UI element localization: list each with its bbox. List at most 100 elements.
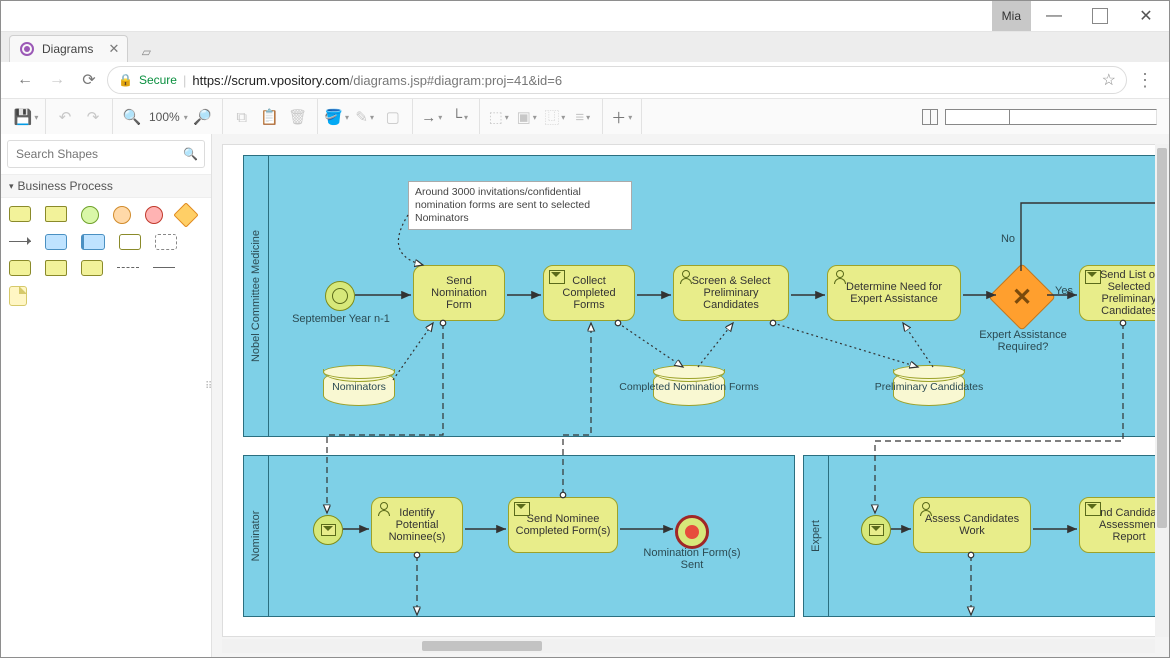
end-event-nomination-sent[interactable] — [675, 515, 709, 549]
forward-button[interactable]: → — [43, 66, 71, 94]
line-color-button[interactable]: ✎▾ — [352, 104, 378, 130]
undo-button[interactable]: ↶ — [52, 104, 78, 130]
shape-intermediate-event[interactable] — [113, 206, 131, 224]
shape-call-activity[interactable] — [9, 260, 31, 276]
canvas-area: Nobel Committee Medicine Around 3000 inv… — [212, 134, 1169, 657]
user-icon — [833, 270, 847, 282]
redo-button[interactable]: ↷ — [80, 104, 106, 130]
zoom-in-button[interactable]: 🔎 — [190, 104, 216, 130]
connector-style-button[interactable]: └▾ — [447, 104, 473, 130]
shape-search[interactable]: 🔍 — [7, 140, 205, 168]
shape-transaction[interactable] — [45, 260, 67, 276]
start-timer-event[interactable] — [325, 281, 355, 311]
delete-button[interactable]: 🗑 — [285, 104, 311, 130]
palette-title: Business Process — [18, 179, 113, 193]
address-bar[interactable]: 🔒 Secure | https://scrum.vpository.com/d… — [107, 66, 1127, 94]
user-icon — [679, 270, 693, 282]
bookmark-star-icon[interactable]: ☆ — [1102, 70, 1116, 90]
back-button[interactable]: ← — [11, 66, 39, 94]
pool-label-text: Nominator — [250, 511, 262, 562]
window-close-button[interactable]: ✕ — [1123, 1, 1169, 31]
user-icon — [919, 502, 933, 514]
text-annotation[interactable]: Around 3000 invitations/confidential nom… — [408, 181, 632, 230]
shape-gateway[interactable] — [173, 202, 198, 227]
copy-button[interactable]: ⧉ — [229, 104, 255, 130]
reload-button[interactable]: ⟳ — [75, 66, 103, 94]
app-body: 🔍 ▾ Business Process — [1, 134, 1169, 657]
search-input[interactable] — [14, 146, 183, 162]
shape-lane[interactable] — [81, 234, 105, 250]
start-message-event-nominator[interactable] — [313, 515, 343, 545]
task-send-nominee-forms[interactable]: Send Nominee Completed Form(s) — [508, 497, 618, 553]
scrollbar-thumb[interactable] — [1157, 148, 1167, 528]
browser-menu-button[interactable]: ⋮ — [1131, 70, 1159, 91]
pool-label: Nobel Committee Medicine — [244, 156, 269, 436]
sidebar-resize-handle[interactable]: ⠿ — [205, 381, 211, 411]
user-badge: Mia — [992, 1, 1031, 31]
pool-label: Expert — [804, 456, 829, 616]
window-maximize-button[interactable] — [1077, 1, 1123, 31]
envelope-icon — [321, 524, 336, 536]
envelope-icon — [549, 270, 565, 284]
shape-start-event[interactable] — [81, 206, 99, 224]
shape-association[interactable] — [117, 260, 139, 274]
task-send-nomination[interactable]: Send Nomination Form — [413, 265, 505, 321]
secure-label: Secure — [139, 73, 177, 87]
distribute-button[interactable]: ≡▾ — [570, 104, 596, 130]
align-button[interactable]: ⬚▾ — [486, 104, 512, 130]
datastore-preliminary[interactable]: Preliminary Candidates — [893, 370, 965, 406]
end-event-label: Nomination Form(s) Sent — [637, 547, 747, 571]
task-determine-need[interactable]: Determine Need for Expert Assistance — [827, 265, 961, 321]
shape-event-subprocess[interactable] — [81, 260, 103, 276]
datastore-completed-forms[interactable]: Completed Nomination Forms — [653, 370, 725, 406]
shape-group[interactable] — [155, 234, 177, 250]
task-collect-forms[interactable]: Collect Completed Forms — [543, 265, 635, 321]
zoom-out-button[interactable]: 🔍 — [119, 104, 145, 130]
save-button[interactable]: 💾▾ — [13, 104, 39, 130]
start-event-label: September Year n-1 — [281, 313, 401, 325]
canvas-horizontal-scrollbar[interactable] — [222, 639, 1155, 653]
envelope-icon — [1085, 502, 1101, 516]
task-identify-nominees[interactable]: Identify Potential Nominee(s) — [371, 497, 463, 553]
shape-end-event[interactable] — [145, 206, 163, 224]
titlebar: Mia — ✕ — [1, 1, 1169, 32]
window-minimize-button[interactable]: — — [1031, 1, 1077, 31]
shape-subprocess[interactable] — [45, 206, 67, 222]
task-assess-work[interactable]: Assess Candidates Work — [913, 497, 1031, 553]
palette-header[interactable]: ▾ Business Process — [1, 175, 211, 198]
envelope-icon — [1085, 270, 1101, 284]
envelope-icon — [514, 502, 530, 516]
tab-close-icon[interactable]: ✕ — [108, 41, 119, 57]
new-tab-button[interactable]: ▱ — [134, 42, 158, 62]
shape-palette — [1, 198, 211, 314]
shadow-button[interactable]: ▢ — [380, 104, 406, 130]
layout-split-button[interactable] — [917, 104, 943, 130]
connector-end-button[interactable]: →▾ — [419, 104, 445, 130]
shape-data-object[interactable] — [119, 234, 141, 250]
browser-tabstrip: Diagrams ✕ ▱ — [1, 32, 1169, 62]
layout-sidebar-button[interactable] — [945, 104, 1157, 130]
shape-sidebar: 🔍 ▾ Business Process — [1, 134, 212, 657]
collapse-icon: ▾ — [9, 181, 14, 192]
group-button[interactable]: ⿶▾ — [542, 104, 568, 130]
scrollbar-thumb[interactable] — [422, 641, 542, 651]
task-screen-select[interactable]: Screen & Select Preliminary Candidates — [673, 265, 789, 321]
canvas-vertical-scrollbar[interactable] — [1155, 144, 1169, 637]
shape-message-flow[interactable] — [153, 260, 175, 274]
start-message-event-expert[interactable] — [861, 515, 891, 545]
shape-task[interactable] — [9, 206, 31, 222]
datastore-nominators[interactable]: Nominators — [323, 370, 395, 406]
diagram-canvas[interactable]: Nobel Committee Medicine Around 3000 inv… — [222, 144, 1169, 637]
pool-label-text: Nobel Committee Medicine — [250, 230, 262, 362]
gateway-label: Expert Assistance Required? — [975, 329, 1071, 353]
add-button[interactable]: ＋▾ — [609, 104, 635, 130]
arrange-button[interactable]: ▣▾ — [514, 104, 540, 130]
shape-sequence-flow[interactable] — [9, 234, 31, 248]
browser-tab[interactable]: Diagrams ✕ — [9, 35, 128, 62]
search-icon: 🔍 — [183, 147, 198, 161]
shape-annotation[interactable] — [9, 286, 27, 306]
fill-color-button[interactable]: 🪣▾ — [324, 104, 350, 130]
shape-pool[interactable] — [45, 234, 67, 250]
zoom-level[interactable]: 100% — [147, 110, 182, 124]
paste-button[interactable]: 📋 — [257, 104, 283, 130]
